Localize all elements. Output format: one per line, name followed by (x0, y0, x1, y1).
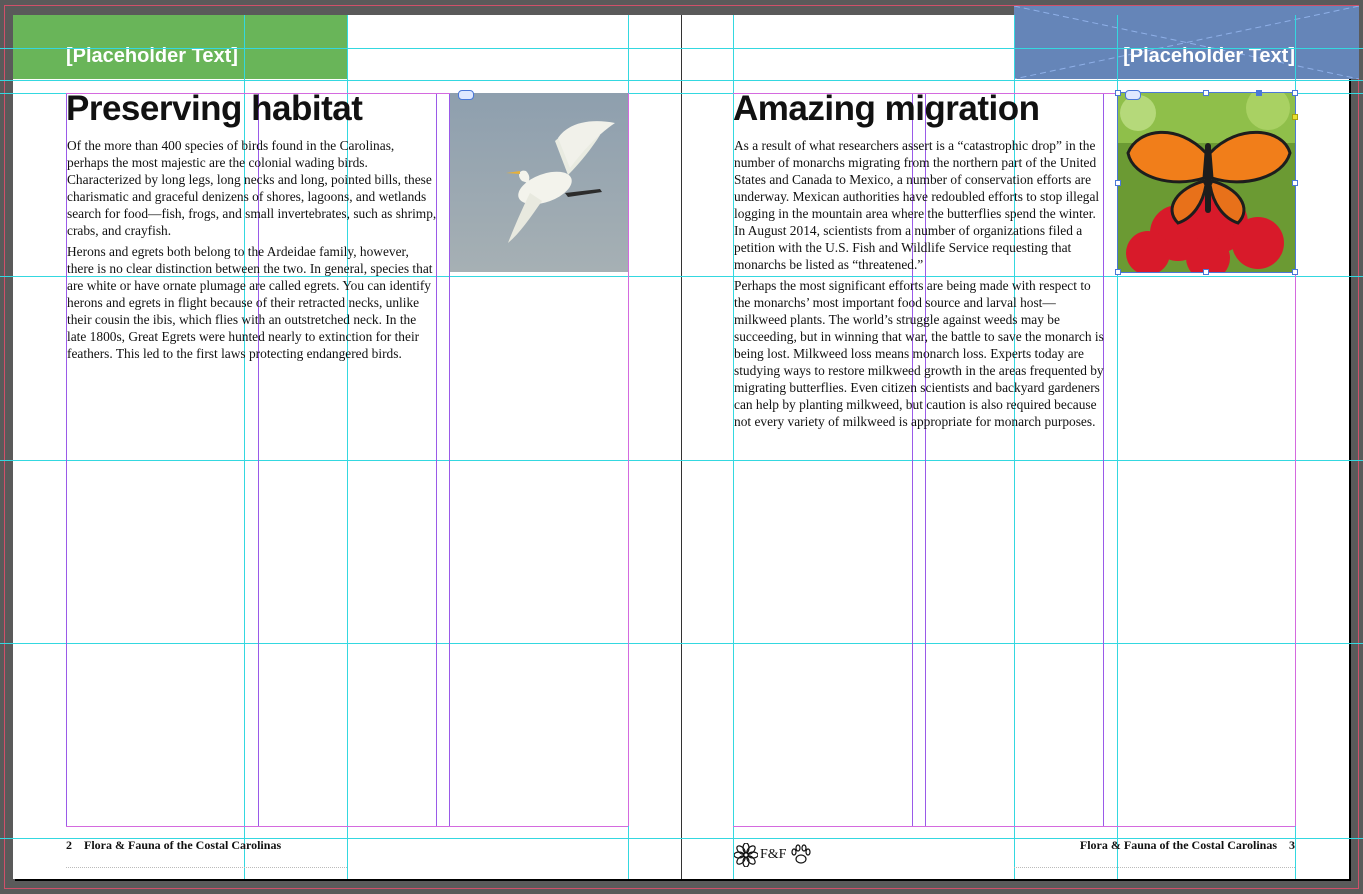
margin-guide-right-right-page (1295, 93, 1296, 826)
selection-handle[interactable] (1203, 90, 1209, 96)
egret-photo (450, 93, 628, 272)
butterfly-image-frame[interactable] (1117, 92, 1296, 273)
right-footer[interactable]: Flora & Fauna of the Costal Carolinas 3 (1080, 838, 1295, 853)
left-footer-title: Flora & Fauna of the Costal Carolinas (84, 838, 282, 852)
margin-guide-bottom-left (66, 826, 628, 827)
left-footer[interactable]: 2 Flora & Fauna of the Costal Carolinas (66, 838, 281, 853)
monarch-butterfly-photo (1118, 93, 1295, 272)
right-page-title[interactable]: Amazing migration (733, 89, 1040, 129)
selection-handle[interactable] (1115, 90, 1121, 96)
left-paragraph-1: Of the more than 400 species of birds fo… (67, 138, 437, 238)
right-paragraph-2: Perhaps the most significant efforts are… (734, 278, 1104, 429)
selection-handle[interactable] (1292, 269, 1298, 275)
left-paragraph-2: Herons and egrets both belong to the Ard… (67, 244, 433, 361)
corner-options-handle[interactable] (1292, 114, 1298, 120)
frame-cross-lines (1014, 6, 1359, 79)
footer-rule (66, 867, 347, 868)
selection-handle[interactable] (1292, 90, 1298, 96)
spine-line (681, 15, 682, 879)
footer-rule (1014, 867, 1295, 868)
logo-text: F&F (760, 847, 787, 862)
selection-handle[interactable] (1203, 269, 1209, 275)
ruler-guide-h6[interactable] (0, 643, 1363, 644)
selection-handle[interactable] (1115, 180, 1121, 186)
right-header-band[interactable]: [Placeholder Text] (1014, 6, 1359, 79)
right-page-number: 3 (1289, 838, 1295, 852)
link-icon[interactable] (458, 90, 474, 100)
right-footer-title: Flora & Fauna of the Costal Carolinas (1079, 838, 1277, 852)
left-header-band[interactable]: [Placeholder Text] (13, 15, 347, 79)
margin-guide-bottom-right (733, 826, 1295, 827)
content-grabber-handle[interactable] (1256, 90, 1262, 96)
egret-image-frame[interactable] (450, 93, 628, 272)
left-page-title[interactable]: Preserving habitat (66, 89, 363, 129)
margin-guide-right-left-page (628, 93, 629, 826)
selection-handle[interactable] (1115, 269, 1121, 275)
right-body-text-frame[interactable]: As a result of what researchers assert i… (734, 137, 1106, 434)
left-body-text-frame[interactable]: Of the more than 400 species of birds fo… (67, 137, 438, 366)
flower-icon (734, 843, 758, 867)
link-icon[interactable] (1125, 90, 1141, 100)
left-page-number: 2 (66, 838, 72, 852)
ruler-guide-h5[interactable] (0, 460, 1363, 461)
logo[interactable]: F&F (734, 842, 814, 868)
paw-prints-icon (791, 844, 812, 864)
selection-handle[interactable] (1292, 180, 1298, 186)
right-paragraph-1: As a result of what researchers assert i… (734, 138, 1100, 272)
ruler-guide-h2[interactable] (0, 80, 1363, 81)
ruler-guide-h1[interactable] (0, 48, 1363, 49)
